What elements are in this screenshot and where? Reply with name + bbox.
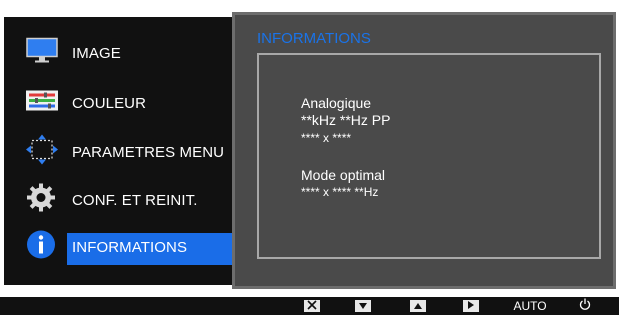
close-icon	[307, 297, 317, 315]
menu-item-label: PARAMETRES MENU	[72, 143, 225, 161]
info-panel: INFORMATIONS Analogique **kHz **Hz PP **…	[232, 12, 616, 289]
menu-item-label: CONF. ET REINIT.	[72, 191, 198, 209]
menu-item-couleur[interactable]: COULEUR	[4, 83, 234, 123]
down-arrow-icon	[358, 297, 368, 315]
auto-button[interactable]: AUTO	[513, 299, 547, 313]
menu-item-label: COULEUR	[72, 94, 147, 112]
down-button[interactable]	[355, 300, 371, 312]
power-button[interactable]	[578, 297, 592, 315]
menu-item-conf-et-reinit[interactable]: CONF. ET REINIT.	[4, 180, 234, 220]
menu-item-label: IMAGE	[72, 44, 121, 62]
osd-menu: IMAGE COULEUR PARAMETRES MENU CONF. ET R…	[4, 17, 234, 285]
current-resolution: **** x ****	[301, 131, 352, 145]
signal-frequency: **kHz **Hz PP	[301, 112, 391, 128]
power-icon	[579, 297, 591, 315]
close-button[interactable]	[304, 300, 320, 312]
gear-icon	[26, 183, 56, 218]
info-panel-title: INFORMATIONS	[257, 30, 371, 47]
up-arrow-icon	[413, 297, 423, 315]
color-adjust-icon	[26, 90, 58, 116]
right-arrow-icon	[467, 297, 475, 315]
optimal-mode-label: Mode optimal	[301, 167, 386, 183]
auto-label: AUTO	[513, 299, 547, 313]
signal-type: Analogique	[301, 95, 372, 111]
menu-item-informations[interactable]: INFORMATIONS	[4, 227, 234, 267]
menu-item-parametres-menu[interactable]: PARAMETRES MENU	[4, 132, 234, 172]
optimal-mode-value: **** x **** **Hz	[301, 185, 379, 199]
monitor-icon	[26, 37, 58, 69]
menu-item-label: INFORMATIONS	[72, 238, 188, 256]
info-content-box: Analogique **kHz **Hz PP **** x **** Mod…	[257, 53, 601, 259]
info-icon	[26, 230, 56, 265]
menu-position-icon	[26, 134, 58, 170]
menu-item-image[interactable]: IMAGE	[4, 33, 234, 73]
button-guide-bar: AUTO	[0, 297, 619, 315]
up-button[interactable]	[410, 300, 426, 312]
enter-button[interactable]	[463, 300, 479, 312]
